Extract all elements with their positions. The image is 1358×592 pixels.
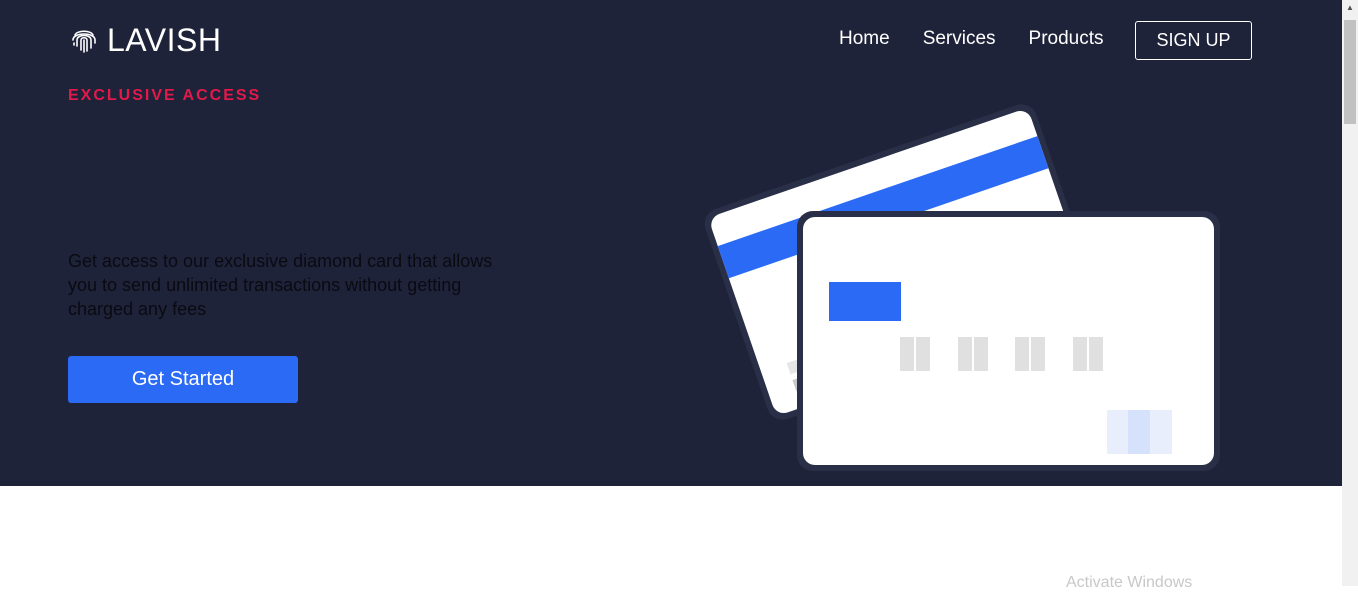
scroll-up-icon[interactable]: ▲ — [1342, 0, 1358, 16]
credit-cards-illustration — [704, 104, 1220, 471]
card-chip — [829, 282, 901, 321]
hero-section: LAVISH Home Services Products SIGN UP EX… — [0, 0, 1342, 486]
front-card — [797, 211, 1220, 471]
card-hologram — [1107, 410, 1172, 454]
scroll-thumb[interactable] — [1344, 20, 1356, 124]
activate-windows-watermark: Activate Windows — [1066, 574, 1193, 591]
vertical-scrollbar[interactable]: ▲ — [1342, 0, 1358, 586]
